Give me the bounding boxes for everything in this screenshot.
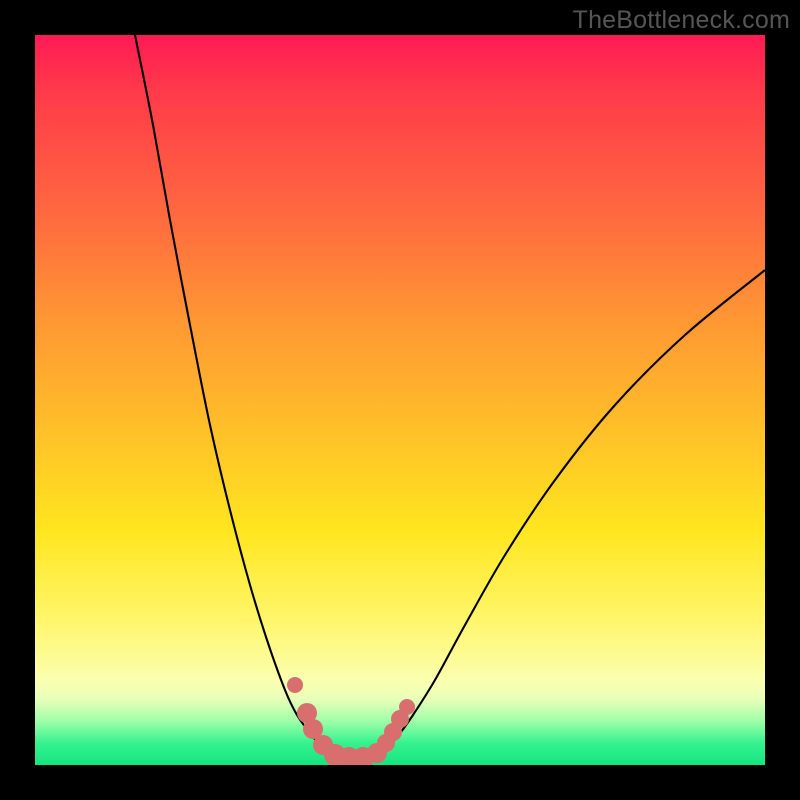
- chart-frame: TheBottleneck.com: [0, 0, 800, 800]
- watermark-text: TheBottleneck.com: [573, 6, 790, 35]
- marker-dot: [287, 677, 303, 693]
- left-curve-path: [135, 35, 341, 757]
- marker-group: [287, 677, 415, 765]
- right-curve-path: [373, 270, 765, 757]
- plot-area: [35, 35, 765, 765]
- chart-svg: [35, 35, 765, 765]
- marker-dot: [399, 699, 415, 715]
